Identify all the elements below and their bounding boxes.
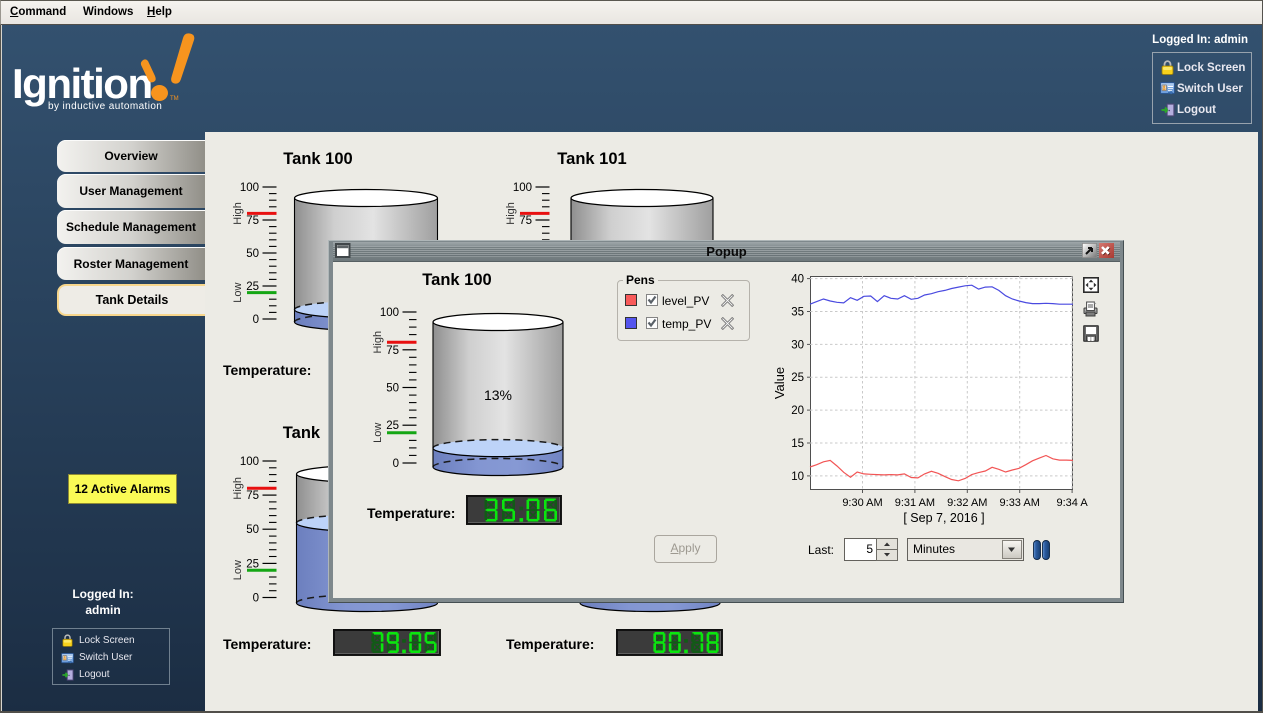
svg-text:0: 0 <box>253 314 259 326</box>
svg-text:25: 25 <box>246 558 259 570</box>
svg-text:9:33 AM: 9:33 AM <box>1000 497 1040 509</box>
svg-text:50: 50 <box>246 248 259 260</box>
svg-text:[ Sep 7, 2016 ]: [ Sep 7, 2016 ] <box>903 511 984 525</box>
svg-text:High: High <box>505 202 517 225</box>
svg-text:75: 75 <box>386 345 399 357</box>
svg-text:50: 50 <box>246 524 259 536</box>
svg-text:10: 10 <box>791 471 804 483</box>
svg-text:9:32 AM: 9:32 AM <box>947 497 987 509</box>
svg-text:100: 100 <box>380 307 399 319</box>
svg-text:35: 35 <box>791 307 804 319</box>
svg-text:13%: 13% <box>484 387 512 403</box>
svg-text:0: 0 <box>253 593 259 605</box>
svg-text:TM: TM <box>170 96 179 102</box>
svg-text:40: 40 <box>791 274 804 286</box>
svg-text:0: 0 <box>393 458 399 470</box>
svg-text:High: High <box>372 331 384 354</box>
svg-text:Value: Value <box>772 367 787 399</box>
svg-text:20: 20 <box>791 405 804 417</box>
svg-text:9:31 AM: 9:31 AM <box>895 497 935 509</box>
svg-text:75: 75 <box>246 215 259 227</box>
svg-text:High: High <box>232 477 244 500</box>
svg-text:100: 100 <box>513 182 532 194</box>
svg-text:9:34 A: 9:34 A <box>1056 497 1088 509</box>
svg-text:30: 30 <box>791 339 804 351</box>
svg-text:15: 15 <box>791 438 804 450</box>
svg-text:25: 25 <box>386 420 399 432</box>
svg-text:9:30 AM: 9:30 AM <box>842 497 882 509</box>
svg-text:50: 50 <box>386 383 399 395</box>
svg-text:25: 25 <box>791 372 804 384</box>
svg-text:Tank 101: Tank 101 <box>557 150 626 168</box>
svg-text:High: High <box>232 202 244 225</box>
svg-text:100: 100 <box>240 456 259 468</box>
svg-text:Low: Low <box>232 560 244 580</box>
svg-text:100: 100 <box>240 182 259 194</box>
svg-text:75: 75 <box>246 490 259 502</box>
svg-text:Low: Low <box>372 423 384 443</box>
svg-text:Low: Low <box>232 282 244 302</box>
svg-text:Tank 100: Tank 100 <box>422 271 491 289</box>
svg-text:Tank 100: Tank 100 <box>283 150 352 168</box>
svg-text:75: 75 <box>519 215 532 227</box>
